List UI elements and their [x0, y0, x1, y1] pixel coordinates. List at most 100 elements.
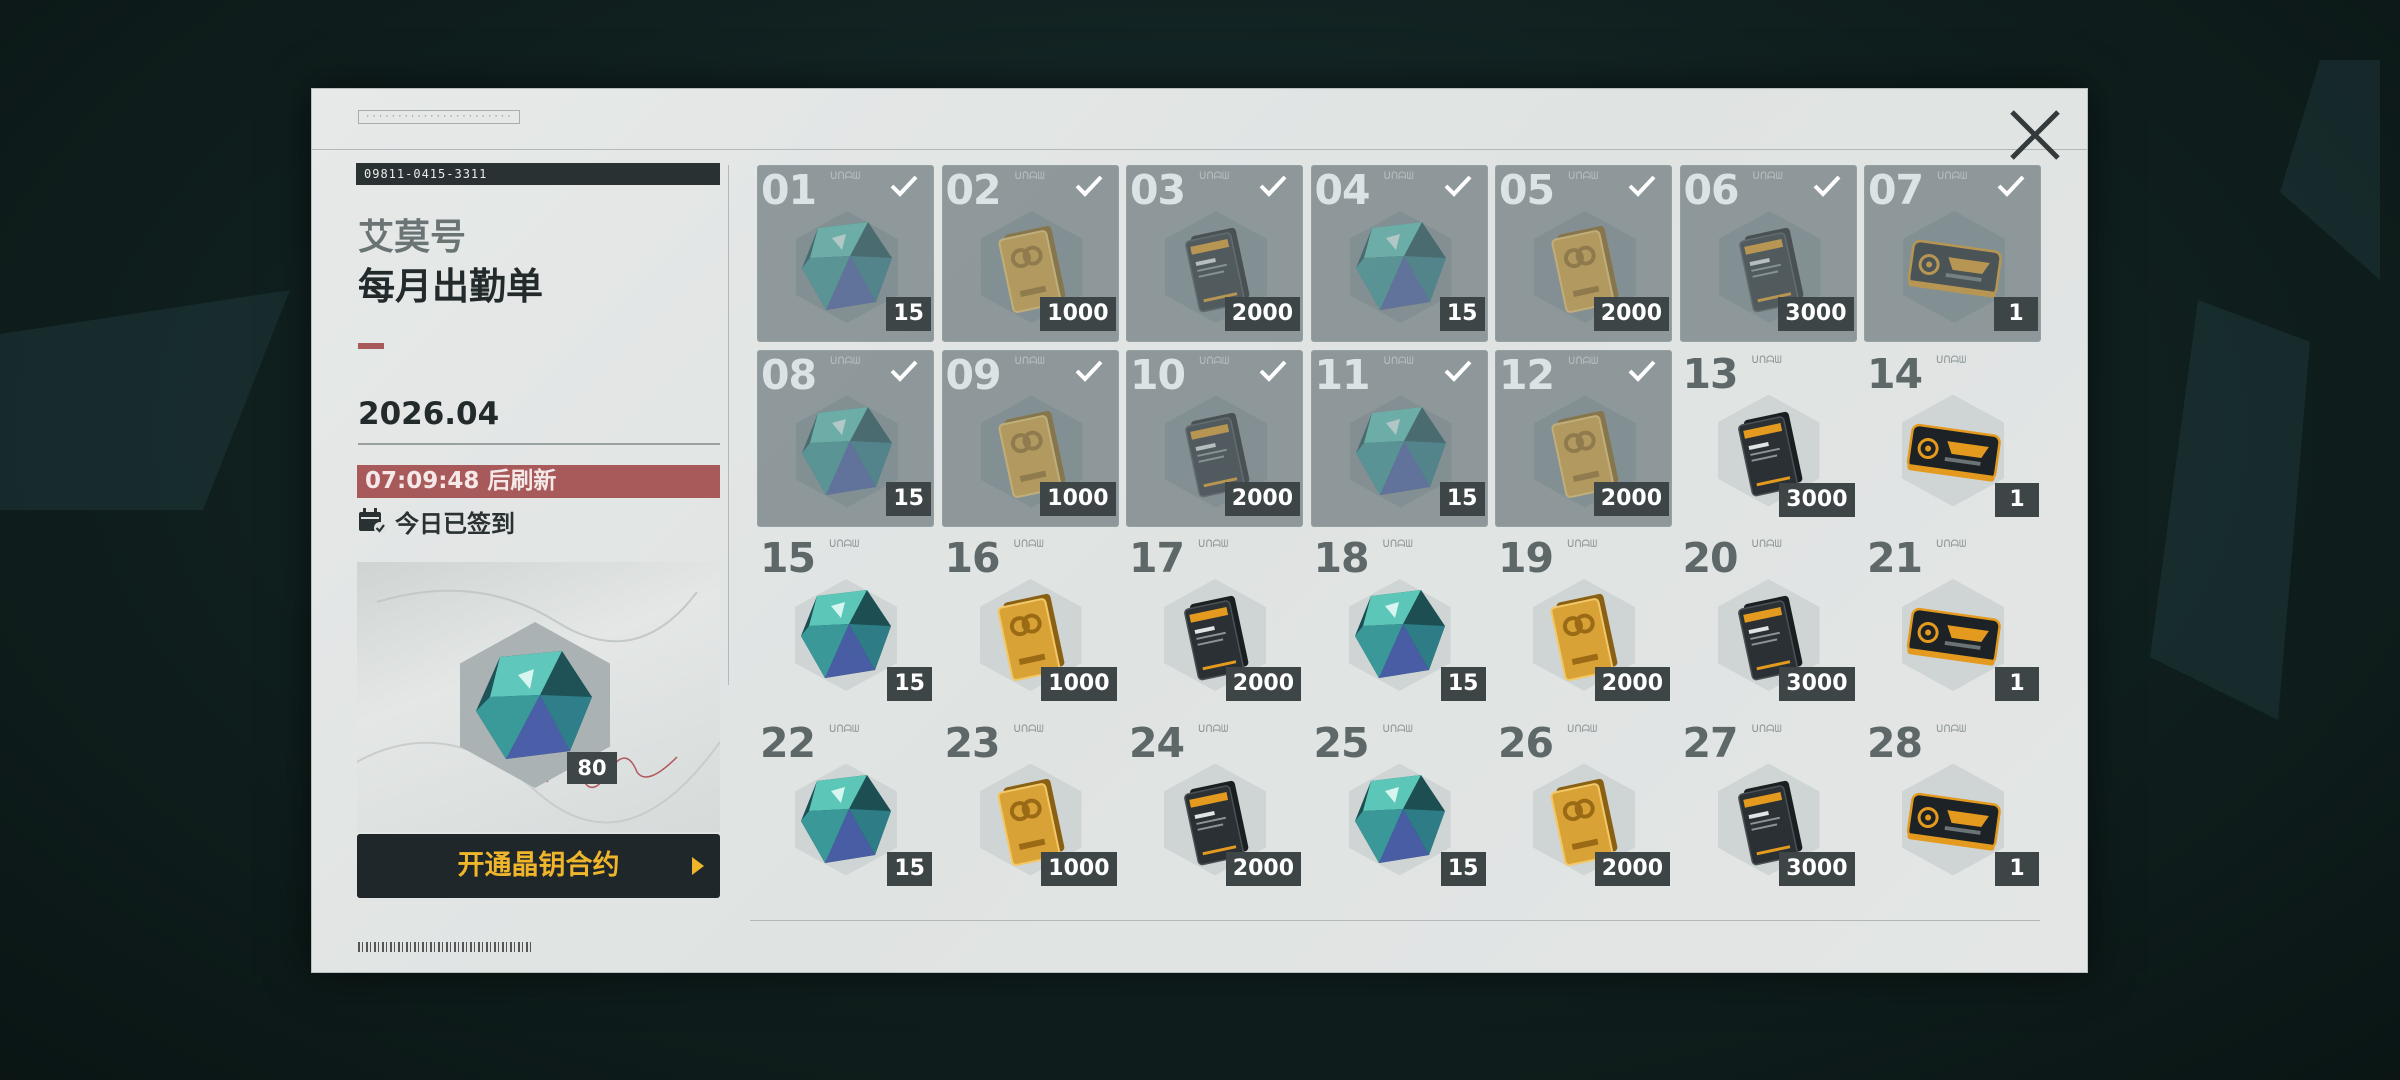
day-number: 09: [945, 350, 1002, 399]
day-number: 20: [1682, 534, 1739, 582]
ticket-icon: [1902, 400, 2004, 502]
crystal-icon: [795, 769, 897, 871]
day-number: 26: [1498, 718, 1554, 767]
day-tag: ᑌᑎᗩᗯ: [1936, 539, 1967, 550]
day-cell[interactable]: 28 ᑌᑎᗩᗯ 1: [1864, 719, 2041, 896]
check-icon: [1444, 360, 1471, 382]
day-tag: ᑌᑎᗩᗯ: [1199, 355, 1230, 367]
day-cell[interactable]: 18 ᑌᑎᗩᗯ 15: [1311, 534, 1488, 711]
day-number: 22: [760, 718, 816, 767]
item-quantity: 3000: [1779, 482, 1855, 517]
day-tag: ᑌᑎᗩᗯ: [1198, 723, 1229, 735]
close-button[interactable]: [2000, 100, 2070, 170]
ticket-icon: [1902, 769, 2004, 871]
item-quantity: 1: [1995, 667, 2039, 701]
day-cell[interactable]: 09 ᑌᑎᗩᗯ 1000: [941, 349, 1119, 527]
day-tag: ᑌᑎᗩᗯ: [1751, 723, 1782, 735]
day-cell[interactable]: 01 ᑌᑎᗩᗯ 15: [757, 165, 934, 342]
day-number: 12: [1499, 350, 1555, 399]
item-quantity: 15: [1439, 297, 1485, 331]
item-quantity: 2000: [1594, 667, 1670, 701]
day-tag: ᑌᑎᗩᗯ: [1936, 354, 1967, 366]
day-cell[interactable]: 22 ᑌᑎᗩᗯ 15: [757, 719, 934, 896]
close-icon: [2010, 110, 2060, 160]
day-cell[interactable]: 02 ᑌᑎᗩᗯ 1000: [941, 165, 1119, 342]
day-number: 25: [1313, 718, 1370, 767]
item-quantity: 15: [1439, 481, 1485, 516]
day-number: 21: [1867, 534, 1923, 582]
crystal-icon: [795, 584, 897, 686]
crystal-icon: [1349, 769, 1451, 871]
month-date: 2026.04: [358, 396, 500, 432]
day-tag: ᑌᑎᗩᗯ: [1013, 539, 1044, 550]
crystal-icon: [476, 651, 592, 759]
day-cell[interactable]: 15 ᑌᑎᗩᗯ 15: [757, 534, 934, 711]
day-cell[interactable]: 05 ᑌᑎᗩᗯ 2000: [1495, 165, 1672, 342]
day-cell[interactable]: 10 ᑌᑎᗩᗯ 2000: [1126, 349, 1303, 527]
day-cell[interactable]: 20 ᑌᑎᗩᗯ 3000: [1680, 534, 1857, 711]
accent-dash: [358, 343, 384, 349]
day-tag: ᑌᑎᗩᗯ: [1567, 723, 1598, 735]
item-quantity: 3000: [1779, 851, 1855, 886]
reward-grid: 01 ᑌᑎᗩᗯ 15 02 ᑌᑎᗩᗯ 1000 03 ᑌᑎᗩᗯ 2000 04 …: [757, 165, 2043, 886]
serial-bar: 09811-0415-3311: [356, 163, 720, 185]
day-cell[interactable]: 27 ᑌᑎᗩᗯ 3000: [1680, 719, 1857, 896]
day-tag: ᑌᑎᗩᗯ: [1751, 539, 1782, 550]
background-shape: [2150, 300, 2310, 720]
day-tag: ᑌᑎᗩᗯ: [1752, 171, 1783, 182]
day-tag: ᑌᑎᗩᗯ: [1568, 355, 1599, 367]
day-tag: ᑌᑎᗩᗯ: [1013, 723, 1044, 735]
day-cell[interactable]: 12 ᑌᑎᗩᗯ 2000: [1495, 349, 1672, 527]
day-cell[interactable]: 21 ᑌᑎᗩᗯ 1: [1864, 534, 2041, 711]
item-quantity: 2000: [1594, 851, 1670, 886]
day-cell[interactable]: 04 ᑌᑎᗩᗯ 15: [1310, 165, 1488, 342]
day-number: 14: [1867, 349, 1923, 398]
item-quantity: 1: [1994, 297, 2038, 331]
check-icon: [890, 175, 918, 197]
day-cell[interactable]: 25 ᑌᑎᗩᗯ 15: [1311, 719, 1488, 896]
day-number: 10: [1130, 350, 1186, 399]
open-contract-button[interactable]: 开通晶钥合约: [357, 834, 720, 898]
day-cell[interactable]: 19 ᑌᑎᗩᗯ 2000: [1495, 534, 1672, 711]
item-quantity: 2000: [1593, 297, 1669, 331]
day-number: 08: [761, 350, 817, 399]
day-number: 03: [1130, 166, 1186, 214]
item-quantity: 2000: [1224, 297, 1300, 331]
check-icon: [1813, 175, 1840, 197]
day-tag: ᑌᑎᗩᗯ: [1383, 355, 1414, 367]
day-tag: ᑌᑎᗩᗯ: [1014, 171, 1045, 182]
day-tag: ᑌᑎᗩᗯ: [1751, 354, 1782, 366]
day-cell[interactable]: 07 ᑌᑎᗩᗯ 1: [1864, 165, 2041, 342]
day-cell[interactable]: 03 ᑌᑎᗩᗯ 2000: [1126, 165, 1303, 342]
day-cell[interactable]: 17 ᑌᑎᗩᗯ 2000: [1126, 534, 1303, 711]
day-number: 18: [1313, 534, 1370, 582]
day-cell[interactable]: 16 ᑌᑎᗩᗯ 1000: [942, 534, 1119, 711]
ticket-icon: [1903, 216, 2005, 318]
item-quantity: 2000: [1225, 851, 1301, 886]
day-number: 04: [1314, 166, 1371, 214]
day-tag: ᑌᑎᗩᗯ: [1567, 539, 1598, 550]
day-cell[interactable]: 13 ᑌᑎᗩᗯ 3000: [1680, 350, 1857, 527]
day-number: 05: [1499, 166, 1555, 214]
item-quantity: 1000: [1040, 297, 1116, 331]
item-quantity: 2000: [1224, 481, 1300, 516]
background-shape: [2280, 60, 2380, 280]
day-cell[interactable]: 08 ᑌᑎᗩᗯ 15: [757, 349, 934, 527]
play-arrow-icon: [692, 857, 704, 875]
day-number: 16: [944, 534, 1001, 582]
item-quantity: 2000: [1225, 667, 1301, 701]
decoration: [728, 165, 729, 685]
day-cell[interactable]: 14 ᑌᑎᗩᗯ 1: [1864, 350, 2041, 527]
day-tag: ᑌᑎᗩᗯ: [1199, 171, 1230, 182]
day-cell[interactable]: 11 ᑌᑎᗩᗯ 15: [1310, 349, 1488, 527]
day-number: 19: [1498, 534, 1554, 582]
day-cell[interactable]: 06 ᑌᑎᗩᗯ 3000: [1679, 165, 1857, 342]
day-cell[interactable]: 26 ᑌᑎᗩᗯ 2000: [1495, 719, 1672, 896]
bonus-reward[interactable]: 80: [357, 562, 720, 832]
day-cell[interactable]: 24 ᑌᑎᗩᗯ 2000: [1126, 719, 1303, 896]
crystal-icon: [796, 216, 898, 318]
bonus-quantity: 80: [567, 752, 617, 784]
day-cell[interactable]: 23 ᑌᑎᗩᗯ 1000: [942, 719, 1119, 896]
item-quantity: 3000: [1778, 297, 1854, 331]
day-number: 01: [761, 166, 817, 214]
